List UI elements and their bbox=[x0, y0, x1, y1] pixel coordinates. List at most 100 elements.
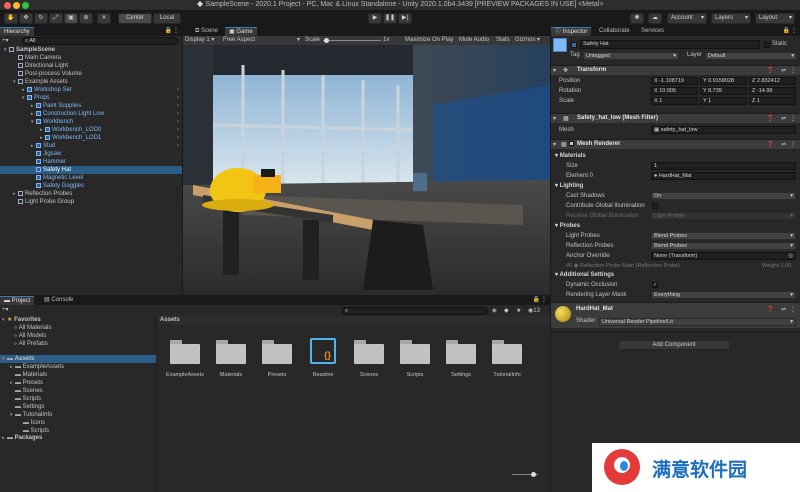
pivot-local-toggle[interactable]: Local bbox=[153, 13, 181, 24]
favorites-item[interactable]: ⌕ All Prefabs bbox=[14, 340, 48, 348]
hierarchy-row[interactable]: ▸ Workbench_LOD0 › bbox=[0, 126, 182, 134]
hierarchy-row[interactable]: ▾ Workbench › bbox=[0, 118, 182, 126]
z-field[interactable]: Z 2.832412 bbox=[749, 77, 796, 85]
prefab-open-arrow-icon[interactable]: › bbox=[177, 102, 179, 110]
hierarchy-row[interactable]: Light Probe Group bbox=[0, 198, 182, 206]
contribute-gi-checkbox[interactable] bbox=[652, 203, 658, 209]
transform-header[interactable]: ▾ ✥ Transform ❓ ⇌ ⋮ bbox=[551, 65, 800, 75]
folder-icon[interactable] bbox=[216, 340, 246, 364]
scale-slider[interactable] bbox=[323, 40, 381, 41]
kebab-menu-icon[interactable]: ⋮ bbox=[173, 27, 179, 34]
assets-breadcrumb[interactable]: Assets bbox=[158, 316, 550, 325]
display-dropdown[interactable]: Display 1 ▾ bbox=[185, 36, 214, 45]
hand-tool-button[interactable]: ✋ bbox=[4, 13, 18, 24]
lock-icon[interactable]: 🔒 bbox=[165, 27, 172, 34]
step-button[interactable]: ▶| bbox=[398, 13, 412, 24]
cloud-button[interactable]: ☁ bbox=[648, 13, 662, 24]
folder-icon[interactable] bbox=[170, 340, 200, 364]
object-name-field[interactable]: Safety Hat bbox=[580, 40, 760, 49]
hierarchy-row[interactable]: Directional Light bbox=[0, 62, 182, 70]
layers-dropdown[interactable]: Layers ▾ bbox=[711, 13, 751, 24]
tag-dropdown[interactable]: Untagged ▾ bbox=[583, 52, 679, 60]
mute-audio-toggle[interactable]: Mute Audio bbox=[459, 36, 489, 45]
hierarchy-row[interactable]: ▾ Props › bbox=[0, 94, 182, 102]
create-button[interactable]: +▾ bbox=[2, 37, 14, 45]
tab-console[interactable]: ▤ Console bbox=[40, 296, 77, 305]
pivot-center-toggle[interactable]: Center bbox=[118, 13, 152, 24]
tab-scene[interactable]: ⧉ Scene bbox=[191, 27, 222, 36]
tab-game[interactable]: ▣ Game bbox=[225, 27, 257, 36]
favorites-item[interactable]: ⌕ All Models bbox=[14, 332, 46, 340]
kebab-menu-icon[interactable]: ⋮ bbox=[790, 67, 796, 74]
materials-section[interactable]: ▾ Materials bbox=[555, 152, 586, 159]
hierarchy-row[interactable]: Magnetic Level bbox=[0, 174, 182, 182]
kebab-menu-icon[interactable]: ⋮ bbox=[790, 141, 796, 148]
add-component-button[interactable]: Add Component bbox=[618, 340, 730, 350]
hierarchy-row[interactable]: ▾ SampleScene bbox=[0, 46, 182, 54]
folder-icon[interactable] bbox=[262, 340, 292, 364]
favorites-row[interactable]: ▾ ★ Favorites bbox=[2, 316, 41, 324]
additional-settings-section[interactable]: ▾ Additional Settings bbox=[555, 271, 614, 278]
mesh-field[interactable]: ▦ safety_hat_low bbox=[651, 126, 796, 134]
rendering-layer-mask-dropdown[interactable]: Everything ▾ bbox=[651, 291, 796, 299]
preset-icon[interactable]: ⇌ bbox=[781, 67, 786, 74]
favorites-item[interactable]: ⌕ All Materials bbox=[14, 324, 51, 332]
light-probes-dropdown[interactable]: Blend Probes ▾ bbox=[651, 232, 796, 240]
hidden-packages-toggle[interactable]: ◉13 bbox=[528, 307, 540, 314]
prefab-open-arrow-icon[interactable]: › bbox=[177, 86, 179, 94]
shader-dropdown[interactable]: Universal Render Pipeline/Lit ▾ bbox=[599, 318, 796, 326]
y-field[interactable]: Y 0.9158028 bbox=[700, 77, 747, 85]
kebab-menu-icon[interactable]: ⋮ bbox=[791, 27, 797, 34]
hierarchy-row[interactable]: ▸ Stud › bbox=[0, 142, 182, 150]
layout-dropdown[interactable]: Layout ▾ bbox=[755, 13, 795, 24]
preset-icon[interactable]: ⇌ bbox=[781, 141, 786, 148]
play-button[interactable]: ▶ bbox=[368, 13, 382, 24]
hierarchy-row[interactable]: ▾ Example Assets bbox=[0, 78, 182, 86]
y-field[interactable]: Y 8.739 bbox=[700, 87, 747, 95]
folder-icon[interactable] bbox=[446, 340, 476, 364]
layer-dropdown[interactable]: Default ▾ bbox=[705, 52, 797, 60]
hierarchy-search-input[interactable]: ⌕ All bbox=[22, 37, 178, 45]
prefab-open-arrow-icon[interactable]: › bbox=[177, 134, 179, 142]
rect-tool-button[interactable]: ▣ bbox=[64, 13, 78, 24]
z-field[interactable]: Z -14.99 bbox=[749, 87, 796, 95]
hierarchy-row[interactable]: ▸ Workbench_LOD1 › bbox=[0, 134, 182, 142]
hierarchy-row[interactable]: ▸ Paint Supplies › bbox=[0, 102, 182, 110]
project-tree-row[interactable]: ▸ ▬ ExampleAssets bbox=[0, 363, 156, 371]
folder-icon[interactable] bbox=[400, 340, 430, 364]
hierarchy-row[interactable]: Jigsaw bbox=[0, 150, 182, 158]
scale-slider-handle[interactable] bbox=[324, 38, 329, 43]
packages-row[interactable]: ▸ ▬ Packages bbox=[2, 434, 42, 442]
prefab-open-arrow-icon[interactable]: › bbox=[177, 118, 179, 126]
tab-project[interactable]: ▬ Project bbox=[0, 296, 35, 305]
folder-icon[interactable] bbox=[492, 340, 522, 364]
transform-tool-button[interactable]: ⊕ bbox=[79, 13, 93, 24]
hierarchy-row[interactable]: Hammer bbox=[0, 158, 182, 166]
y-field[interactable]: Y 1 bbox=[700, 97, 747, 105]
lock-icon[interactable]: 🔒 bbox=[783, 27, 790, 34]
stats-toggle[interactable]: Stats bbox=[496, 36, 510, 45]
dynamic-occlusion-checkbox[interactable]: ✓ bbox=[652, 282, 658, 288]
pause-button[interactable]: ❚❚ bbox=[383, 13, 397, 24]
tab-hierarchy[interactable]: Hierarchy bbox=[0, 27, 34, 36]
reflection-probes-dropdown[interactable]: Blend Probes ▾ bbox=[651, 242, 796, 250]
kebab-menu-icon[interactable]: ⋮ bbox=[790, 306, 796, 313]
custom-tool-button[interactable]: ✕ bbox=[97, 13, 111, 24]
help-icon[interactable]: ❓ bbox=[767, 115, 774, 122]
project-tree-row[interactable]: ▬ Scripts bbox=[0, 395, 156, 403]
cast-shadows-dropdown[interactable]: On ▾ bbox=[651, 192, 796, 200]
preset-icon[interactable]: ⇌ bbox=[781, 115, 786, 122]
mesh-filter-header[interactable]: ▾ ▦ Safety_hat_low (Mesh Filter) ❓ ⇌ ⋮ bbox=[551, 113, 800, 123]
prefab-open-arrow-icon[interactable]: › bbox=[177, 126, 179, 134]
object-picker-icon[interactable]: ◎ bbox=[788, 253, 793, 259]
aspect-dropdown[interactable]: Free Aspect ▾ bbox=[223, 36, 300, 45]
project-tree-row[interactable]: ▬ Icons bbox=[0, 419, 156, 427]
scale-tool-button[interactable]: ⤢ bbox=[49, 13, 63, 24]
hierarchy-row[interactable]: Safety Goggles bbox=[0, 182, 182, 190]
z-field[interactable]: Z 1 bbox=[749, 97, 796, 105]
lighting-section[interactable]: ▾ Lighting bbox=[555, 182, 583, 189]
search-by-type-icon[interactable]: ◈ bbox=[492, 307, 497, 314]
icon-size-slider-handle[interactable] bbox=[531, 472, 536, 477]
prefab-open-arrow-icon[interactable]: › bbox=[177, 94, 179, 102]
project-search-input[interactable]: ⌕ bbox=[342, 307, 488, 315]
